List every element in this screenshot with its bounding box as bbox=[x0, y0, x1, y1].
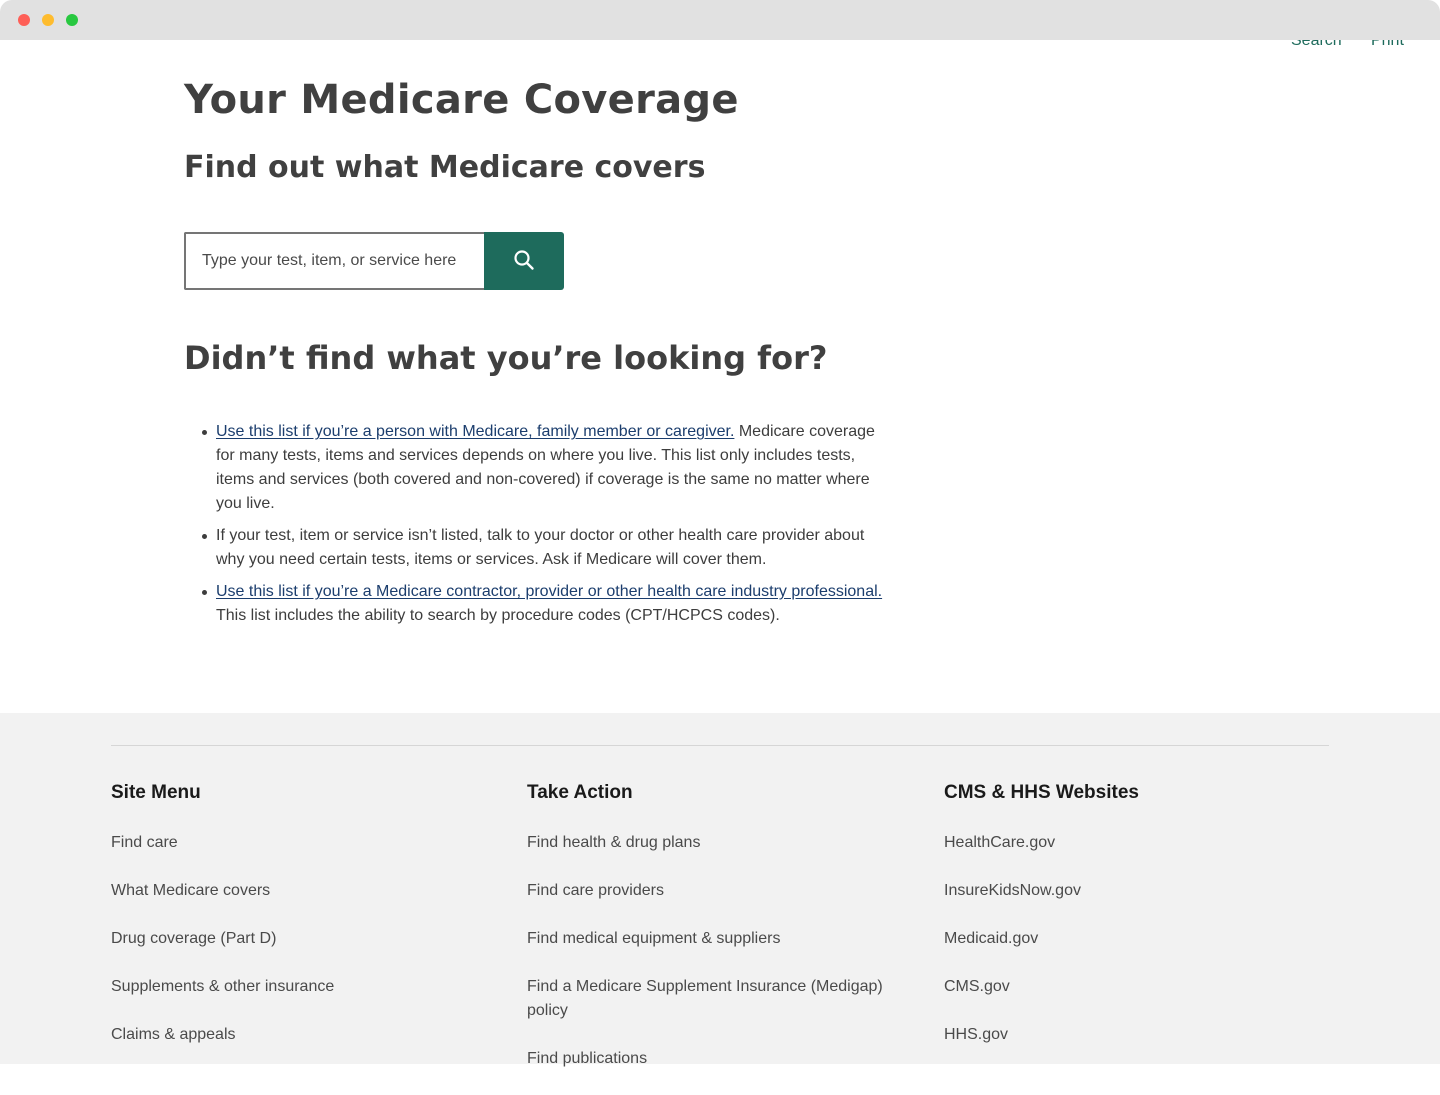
footer-link[interactable]: Find care providers bbox=[527, 879, 907, 903]
zoom-window-button[interactable] bbox=[66, 14, 78, 26]
footer-link[interactable]: Drug coverage (Part D) bbox=[111, 927, 491, 951]
footer-divider bbox=[111, 745, 1329, 746]
search-icon bbox=[513, 249, 535, 274]
footer-link[interactable]: Find health & drug plans bbox=[527, 831, 907, 855]
section-heading: Didn’t find what you’re looking for? bbox=[184, 339, 828, 377]
minimize-window-button[interactable] bbox=[42, 14, 54, 26]
footer-link[interactable]: Claims & appeals bbox=[111, 1023, 491, 1047]
beneficiary-list-link[interactable]: Use this list if you’re a person with Me… bbox=[216, 423, 734, 440]
list-item-text: If your test, item or service isn’t list… bbox=[216, 527, 865, 568]
footer-link[interactable]: HHS.gov bbox=[944, 1023, 1324, 1047]
list-item-text: This list includes the ability to search… bbox=[216, 607, 780, 624]
footer-link[interactable]: Find a Medicare Supplement Insurance (Me… bbox=[527, 975, 907, 1023]
site-footer: Site Menu Find care What Medicare covers… bbox=[0, 713, 1440, 1067]
footer-column-take-action: Take Action Find health & drug plans Fin… bbox=[527, 779, 907, 1095]
page-title: Your Medicare Coverage bbox=[184, 77, 739, 123]
window-title-bar bbox=[0, 0, 1440, 40]
footer-link[interactable]: HealthCare.gov bbox=[944, 831, 1324, 855]
coverage-search-input[interactable] bbox=[184, 232, 484, 290]
footer-heading: Take Action bbox=[527, 782, 633, 803]
coverage-search-form bbox=[184, 232, 564, 290]
footer-column-cms-hhs-websites: CMS & HHS Websites HealthCare.gov Insure… bbox=[944, 779, 1324, 1071]
footer-link[interactable]: Find care bbox=[111, 831, 491, 855]
footer-link[interactable]: What Medicare covers bbox=[111, 879, 491, 903]
footer-link[interactable]: Supplements & other insurance bbox=[111, 975, 491, 999]
footer-link[interactable]: InsureKidsNow.gov bbox=[944, 879, 1324, 903]
search-button[interactable] bbox=[484, 232, 564, 290]
footer-heading: Site Menu bbox=[111, 782, 201, 803]
list-item: If your test, item or service isn’t list… bbox=[200, 524, 890, 572]
page-subtitle: Find out what Medicare covers bbox=[184, 150, 706, 185]
footer-heading: CMS & HHS Websites bbox=[944, 782, 1139, 803]
professional-list-link[interactable]: Use this list if you’re a Medicare contr… bbox=[216, 583, 882, 600]
close-window-button[interactable] bbox=[18, 14, 30, 26]
list-item: Use this list if you’re a Medicare contr… bbox=[200, 580, 890, 628]
footer-link[interactable]: Find publications bbox=[527, 1047, 907, 1071]
list-item: Use this list if you’re a person with Me… bbox=[200, 420, 890, 516]
footer-link[interactable]: Find medical equipment & suppliers bbox=[527, 927, 907, 951]
info-list: Use this list if you’re a person with Me… bbox=[200, 420, 890, 636]
footer-link[interactable]: CMS.gov bbox=[944, 975, 1324, 999]
footer-link[interactable]: Medicaid.gov bbox=[944, 927, 1324, 951]
footer-column-site-menu: Site Menu Find care What Medicare covers… bbox=[111, 779, 491, 1071]
